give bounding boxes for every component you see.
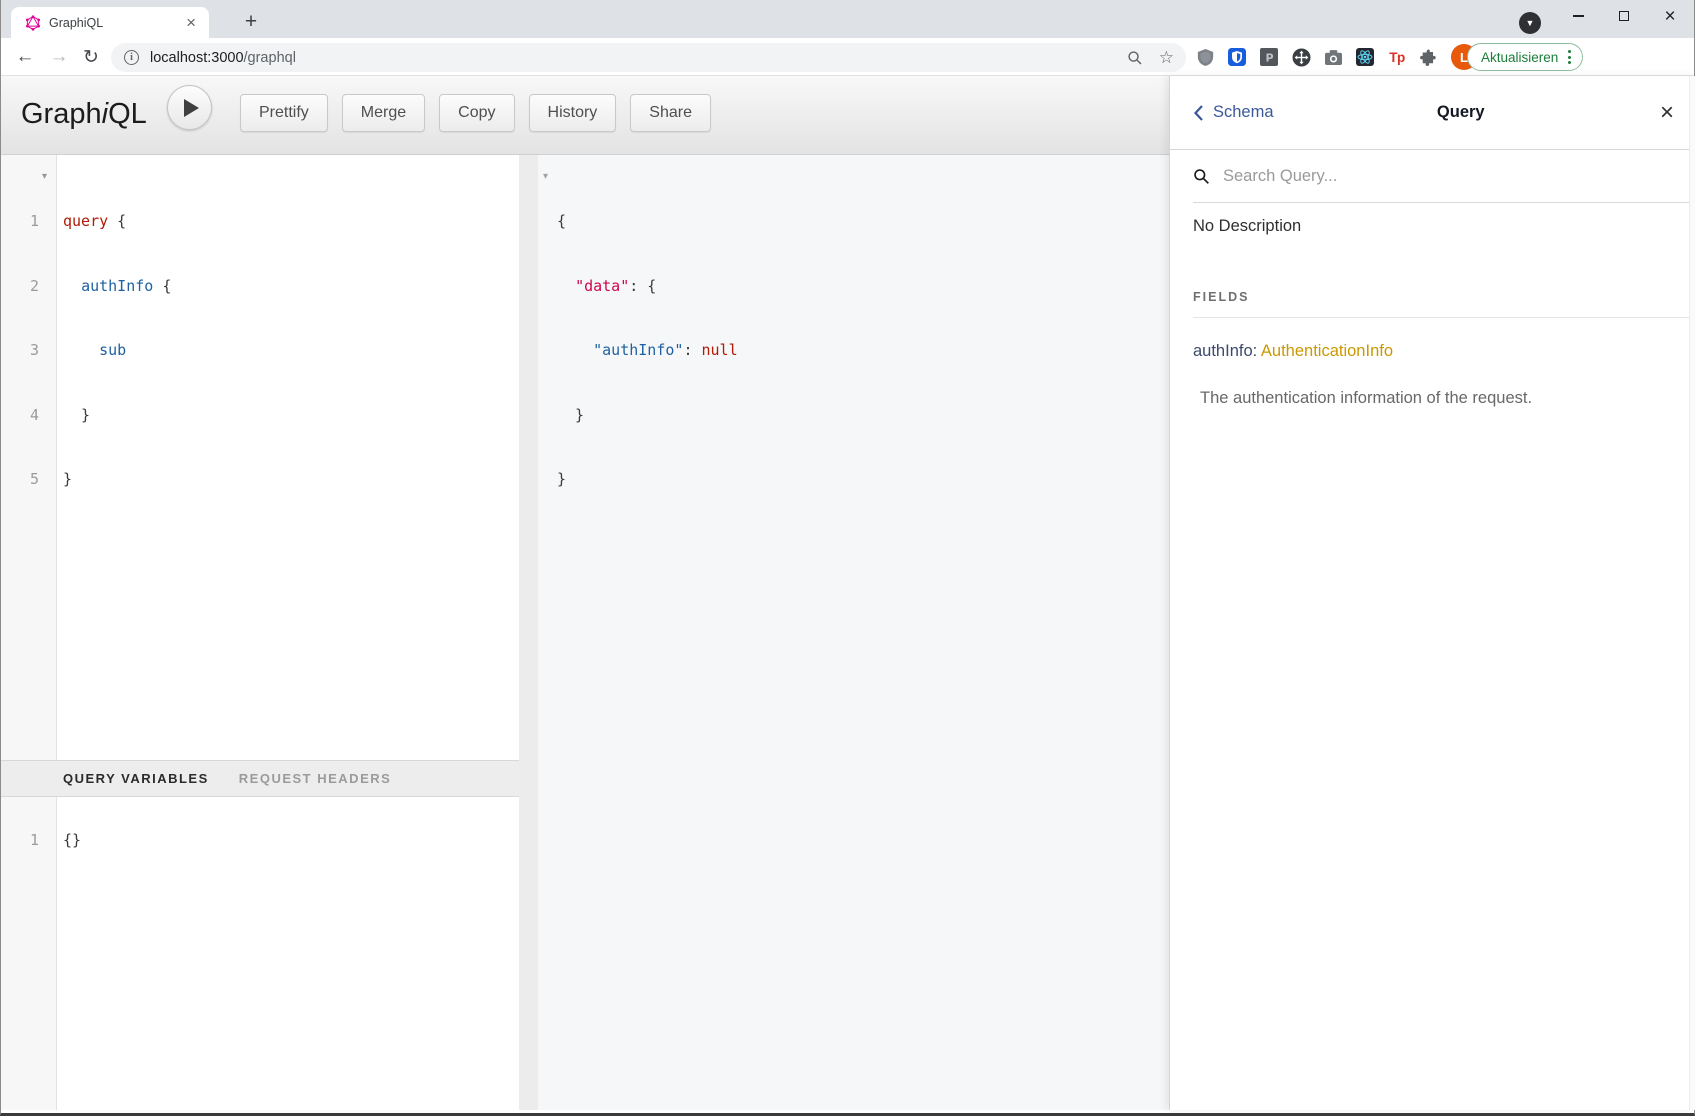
code-line: "authInfo": null bbox=[557, 340, 738, 362]
share-button[interactable]: Share bbox=[630, 94, 711, 132]
tab-title: GraphiQL bbox=[49, 16, 183, 30]
field-description: The authentication information of the re… bbox=[1200, 389, 1673, 408]
fields-header: FIELDS bbox=[1193, 290, 1673, 304]
code-line: "data": { bbox=[557, 276, 738, 298]
variables-line-number: 1 bbox=[1, 830, 39, 852]
code-line: } bbox=[63, 469, 515, 491]
pane-splitter[interactable] bbox=[519, 155, 538, 1110]
browser-menu-chevron-icon[interactable]: ▼ bbox=[1519, 12, 1541, 34]
doc-explorer-panel: Schema Query × No Description FIELDS aut… bbox=[1169, 76, 1695, 1110]
fields-divider bbox=[1193, 317, 1695, 318]
tab-query-variables[interactable]: QUERY VARIABLES bbox=[63, 771, 209, 786]
graphiql-logo: GraphiQL bbox=[21, 98, 147, 131]
move-circle-icon[interactable] bbox=[1291, 47, 1311, 67]
site-info-icon[interactable]: i bbox=[124, 50, 139, 65]
address-bar[interactable]: i localhost:3000/graphql ☆ bbox=[111, 43, 1186, 72]
window-maximize-button[interactable] bbox=[1601, 0, 1647, 32]
type-description: No Description bbox=[1193, 217, 1673, 236]
reload-button[interactable]: ↻ bbox=[75, 38, 107, 76]
graphiql-toolbar: Prettify Merge Copy History Share bbox=[240, 94, 711, 132]
variables-tab-bar: QUERY VARIABLES REQUEST HEADERS bbox=[1, 760, 519, 797]
window-minimize-button[interactable] bbox=[1555, 0, 1601, 32]
editor-gutter: 1 2 3 4 5 ▾ bbox=[1, 155, 57, 1110]
code-line: } bbox=[557, 469, 738, 491]
play-icon bbox=[184, 99, 199, 117]
field-name-link[interactable]: authInfo bbox=[1193, 342, 1253, 360]
camera-icon[interactable] bbox=[1323, 47, 1343, 67]
browser-window: GraphiQL × + ▼ × ← → ↻ i localhost:3000/… bbox=[0, 0, 1695, 1116]
code-line: { bbox=[557, 211, 738, 233]
zoom-page-icon[interactable] bbox=[1127, 50, 1143, 66]
field-item: authInfo: AuthenticationInfo bbox=[1193, 342, 1673, 361]
bitwarden-shield-icon[interactable] bbox=[1227, 47, 1247, 67]
docs-search-input[interactable] bbox=[1221, 166, 1673, 187]
result-json: { "data": { "authInfo": null } } bbox=[557, 168, 738, 534]
minimize-icon bbox=[1573, 15, 1584, 17]
p-square-icon[interactable]: P bbox=[1259, 47, 1279, 67]
doc-explorer-header: Schema Query × bbox=[1170, 76, 1695, 150]
ublock-shield-icon[interactable] bbox=[1195, 47, 1215, 67]
type-name-link[interactable]: AuthenticationInfo bbox=[1261, 342, 1393, 360]
kebab-menu-icon bbox=[1566, 48, 1573, 66]
docs-search-box bbox=[1193, 150, 1695, 203]
docs-title: Query bbox=[1274, 103, 1648, 122]
maximize-icon bbox=[1619, 11, 1629, 21]
forward-button[interactable]: → bbox=[43, 38, 75, 76]
copy-button[interactable]: Copy bbox=[439, 94, 514, 132]
window-close-button[interactable]: × bbox=[1647, 0, 1693, 32]
extensions-row: P Tp L bbox=[1195, 38, 1477, 76]
result-fold-arrow-icon[interactable]: ▾ bbox=[543, 172, 548, 182]
code-line: } bbox=[557, 405, 738, 427]
browser-update-menu-button[interactable]: Aktualisieren bbox=[1467, 43, 1583, 71]
docs-back-link[interactable]: Schema bbox=[1193, 103, 1274, 122]
prettify-button[interactable]: Prettify bbox=[240, 94, 328, 132]
search-icon bbox=[1193, 168, 1210, 185]
code-line: sub bbox=[63, 340, 515, 362]
docs-body: No Description FIELDS authInfo: Authenti… bbox=[1170, 203, 1695, 408]
puzzle-extensions-icon[interactable] bbox=[1419, 47, 1439, 67]
tab-request-headers[interactable]: REQUEST HEADERS bbox=[239, 771, 392, 786]
code-line: query { bbox=[63, 211, 515, 233]
code-line: } bbox=[63, 405, 515, 427]
docs-scrollbar[interactable] bbox=[1689, 76, 1695, 1110]
execute-button[interactable] bbox=[167, 85, 212, 130]
docs-close-button[interactable]: × bbox=[1648, 101, 1674, 125]
code-line: authInfo { bbox=[63, 276, 515, 298]
line-numbers: 1 2 3 4 5 bbox=[1, 168, 39, 534]
react-devtools-icon[interactable] bbox=[1355, 47, 1375, 67]
tp-icon[interactable]: Tp bbox=[1387, 47, 1407, 67]
merge-button[interactable]: Merge bbox=[342, 94, 425, 132]
svg-text:P: P bbox=[1266, 52, 1274, 65]
window-close-icon: × bbox=[1664, 7, 1675, 26]
tab-close-icon[interactable]: × bbox=[183, 14, 199, 31]
query-code[interactable]: query { authInfo { sub } } bbox=[63, 168, 515, 534]
browser-tab-graphiql[interactable]: GraphiQL × bbox=[11, 7, 209, 38]
browser-toolbar: ← → ↻ i localhost:3000/graphql ☆ P bbox=[1, 38, 1694, 76]
variables-editor[interactable]: {} bbox=[63, 830, 81, 852]
result-pane[interactable]: ▾ { "data": { "authInfo": null } } bbox=[538, 155, 1169, 1110]
query-editor[interactable]: 1 2 3 4 5 ▾ query { authInfo { sub } } 1… bbox=[1, 155, 519, 1110]
chevron-left-icon bbox=[1193, 105, 1204, 121]
fold-arrow-icon[interactable]: ▾ bbox=[42, 172, 47, 182]
history-button[interactable]: History bbox=[529, 94, 617, 132]
graphql-favicon-icon bbox=[25, 15, 41, 31]
url-text[interactable]: localhost:3000/graphql bbox=[150, 50, 1127, 66]
back-button[interactable]: ← bbox=[9, 38, 41, 76]
new-tab-button[interactable]: + bbox=[237, 8, 265, 36]
graphiql-topbar: GraphiQL Prettify Merge Copy History Sha… bbox=[1, 76, 1169, 155]
bookmark-star-icon[interactable]: ☆ bbox=[1159, 49, 1174, 66]
tab-strip: GraphiQL × + ▼ × bbox=[1, 0, 1694, 38]
